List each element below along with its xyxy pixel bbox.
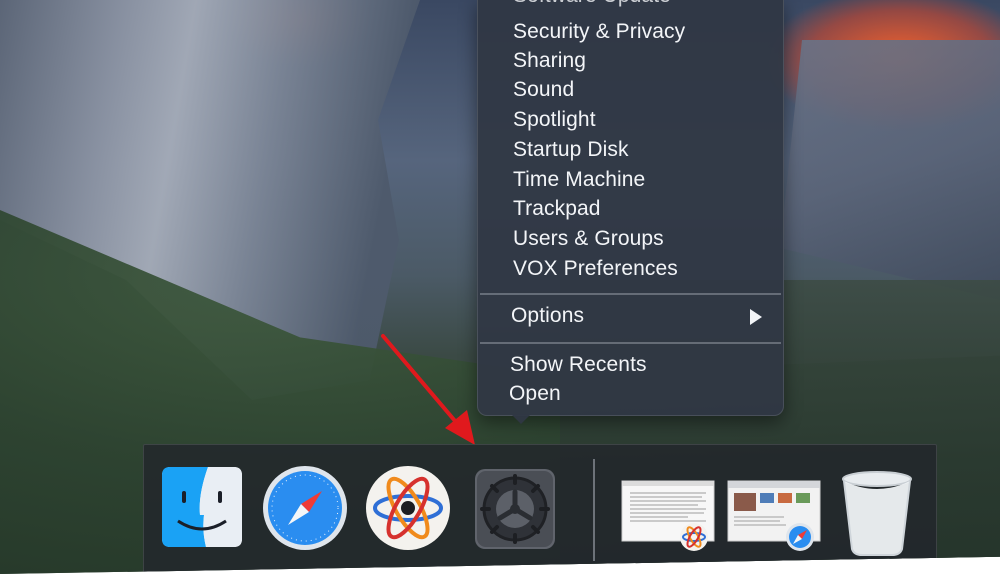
menu-separator xyxy=(480,293,781,295)
menu-item-sharing[interactable]: Sharing xyxy=(513,47,586,75)
safari-icon[interactable] xyxy=(262,465,350,553)
menu-item-security-privacy[interactable]: Security & Privacy xyxy=(513,18,685,46)
submenu-arrow-icon xyxy=(750,309,762,325)
menu-item-time-machine[interactable]: Time Machine xyxy=(513,166,645,194)
menu-item-trackpad[interactable]: Trackpad xyxy=(513,195,601,223)
system-preferences-icon[interactable] xyxy=(471,465,559,553)
menu-item-spotlight[interactable]: Spotlight xyxy=(513,106,596,134)
dock-separator xyxy=(593,459,595,561)
menu-item-options[interactable]: Options xyxy=(511,302,584,330)
dock-context-menu: Software Update Security & Privacy Shari… xyxy=(477,0,784,424)
browser-window-thumbnail[interactable] xyxy=(724,465,824,553)
menu-item-vox-preferences[interactable]: VOX Preferences xyxy=(513,255,678,283)
dock xyxy=(143,444,937,574)
menu-item-users-groups[interactable]: Users & Groups xyxy=(513,225,664,253)
menu-item-clipped[interactable]: Software Update xyxy=(513,0,671,10)
document-window-thumbnail[interactable] xyxy=(618,465,718,553)
atom-app-icon[interactable] xyxy=(365,465,453,553)
menu-item-sound[interactable]: Sound xyxy=(513,76,574,104)
menu-item-show-recents[interactable]: Show Recents xyxy=(510,351,647,379)
finder-icon[interactable] xyxy=(160,465,248,553)
annotation-arrow-icon xyxy=(381,334,475,445)
menu-item-startup-disk[interactable]: Startup Disk xyxy=(513,136,629,164)
trash-icon[interactable] xyxy=(834,465,922,556)
menu-item-open[interactable]: Open xyxy=(509,380,561,408)
screenshot-frame: Software Update Security & Privacy Shari… xyxy=(0,0,1000,574)
menu-separator xyxy=(480,342,781,344)
